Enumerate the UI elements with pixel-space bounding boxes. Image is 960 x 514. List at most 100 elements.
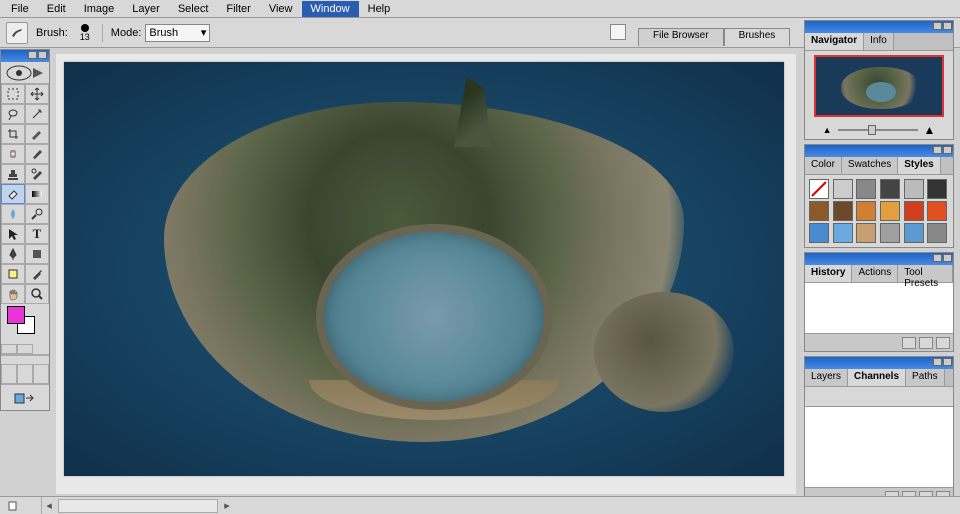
- screen-mode-full[interactable]: [33, 364, 49, 384]
- style-swatch[interactable]: [833, 179, 853, 199]
- close-icon[interactable]: [943, 146, 952, 154]
- screen-mode-full-menu[interactable]: [17, 364, 33, 384]
- type-tool[interactable]: T: [25, 224, 49, 244]
- close-icon[interactable]: [943, 358, 952, 366]
- crop-tool[interactable]: [1, 124, 25, 144]
- style-swatch[interactable]: [880, 179, 900, 199]
- zoom-slider-thumb[interactable]: [868, 125, 876, 135]
- marquee-tool[interactable]: [1, 84, 25, 104]
- menu-file[interactable]: File: [2, 1, 38, 17]
- pen-tool[interactable]: [1, 244, 25, 264]
- gradient-tool[interactable]: [25, 184, 49, 204]
- tab-paths[interactable]: Paths: [906, 369, 945, 386]
- style-swatch[interactable]: [927, 223, 947, 243]
- menu-filter[interactable]: Filter: [217, 1, 259, 17]
- notes-tool[interactable]: [1, 264, 25, 284]
- menu-window[interactable]: Window: [302, 1, 359, 17]
- brush-tool[interactable]: [25, 144, 49, 164]
- menu-help[interactable]: Help: [359, 1, 400, 17]
- standard-mode-button[interactable]: [1, 344, 17, 354]
- tab-navigator[interactable]: Navigator: [805, 33, 864, 50]
- style-swatch[interactable]: [833, 201, 853, 221]
- screen-mode-standard[interactable]: [1, 364, 17, 384]
- style-swatch[interactable]: [856, 223, 876, 243]
- brush-preview[interactable]: 13: [76, 21, 94, 45]
- stamp-tool[interactable]: [1, 164, 25, 184]
- style-swatch[interactable]: [904, 223, 924, 243]
- tab-file-browser[interactable]: File Browser: [638, 28, 724, 46]
- canvas[interactable]: [64, 62, 784, 476]
- quickmask-mode-button[interactable]: [17, 344, 33, 354]
- jump-to-button[interactable]: [1, 384, 49, 410]
- tab-channels[interactable]: Channels: [848, 369, 906, 386]
- zoom-tool[interactable]: [25, 284, 49, 304]
- tab-styles[interactable]: Styles: [898, 157, 940, 174]
- menu-view[interactable]: View: [260, 1, 302, 17]
- path-select-tool[interactable]: [1, 224, 25, 244]
- style-swatch[interactable]: [809, 201, 829, 221]
- mode-dropdown[interactable]: Brush ▾: [145, 24, 210, 42]
- style-swatch[interactable]: [927, 201, 947, 221]
- foreground-color[interactable]: [7, 306, 25, 324]
- minimize-icon[interactable]: [933, 358, 942, 366]
- tool-preset-icon[interactable]: [6, 22, 28, 44]
- style-swatch[interactable]: [809, 179, 829, 199]
- tab-color[interactable]: Color: [805, 157, 842, 174]
- navigator-thumbnail[interactable]: [814, 55, 944, 117]
- menu-select[interactable]: Select: [169, 1, 218, 17]
- style-swatch[interactable]: [809, 223, 829, 243]
- wand-tool[interactable]: [25, 104, 49, 124]
- move-tool[interactable]: [25, 84, 49, 104]
- panel-titlebar[interactable]: [805, 253, 953, 265]
- eraser-tool[interactable]: [1, 184, 25, 204]
- toolbox-titlebar[interactable]: [1, 50, 49, 62]
- panel-titlebar[interactable]: [805, 145, 953, 157]
- tab-info[interactable]: Info: [864, 33, 894, 50]
- style-swatch[interactable]: [904, 201, 924, 221]
- minimize-icon[interactable]: [933, 254, 942, 262]
- close-icon[interactable]: [943, 22, 952, 30]
- blur-tool[interactable]: [1, 204, 25, 224]
- zoom-out-icon[interactable]: ▲: [823, 125, 832, 135]
- close-icon[interactable]: [38, 51, 47, 59]
- minimize-icon[interactable]: [933, 146, 942, 154]
- tab-brushes[interactable]: Brushes: [724, 28, 791, 46]
- style-swatch[interactable]: [880, 201, 900, 221]
- hand-tool[interactable]: [1, 284, 25, 304]
- history-brush-tool[interactable]: [25, 164, 49, 184]
- horizontal-scrollbar[interactable]: [58, 499, 218, 513]
- history-list[interactable]: [805, 283, 953, 333]
- panel-titlebar[interactable]: [805, 357, 953, 369]
- zoom-in-icon[interactable]: ▲: [924, 123, 936, 137]
- tab-layers[interactable]: Layers: [805, 369, 848, 386]
- tab-actions[interactable]: Actions: [852, 265, 898, 282]
- heal-tool[interactable]: [1, 144, 25, 164]
- scroll-left-icon[interactable]: ◂: [42, 499, 56, 513]
- status-zoom[interactable]: [0, 497, 42, 514]
- minimize-icon[interactable]: [933, 22, 942, 30]
- new-snapshot-button[interactable]: [902, 337, 916, 349]
- tab-tool-presets[interactable]: Tool Presets: [898, 265, 953, 282]
- panel-titlebar[interactable]: [805, 21, 953, 33]
- shape-tool[interactable]: [25, 244, 49, 264]
- new-document-button[interactable]: [919, 337, 933, 349]
- style-swatch[interactable]: [927, 179, 947, 199]
- style-swatch[interactable]: [856, 201, 876, 221]
- style-swatch[interactable]: [833, 223, 853, 243]
- style-swatch[interactable]: [904, 179, 924, 199]
- scroll-right-icon[interactable]: ▸: [220, 499, 234, 513]
- minimize-icon[interactable]: [28, 51, 37, 59]
- slice-tool[interactable]: [25, 124, 49, 144]
- document-icon[interactable]: [610, 24, 626, 40]
- channels-list[interactable]: [805, 407, 953, 487]
- lasso-tool[interactable]: [1, 104, 25, 124]
- style-swatch[interactable]: [856, 179, 876, 199]
- style-swatch[interactable]: [880, 223, 900, 243]
- tab-swatches[interactable]: Swatches: [842, 157, 898, 174]
- close-icon[interactable]: [943, 254, 952, 262]
- menu-image[interactable]: Image: [75, 1, 124, 17]
- trash-button[interactable]: [936, 337, 950, 349]
- dodge-tool[interactable]: [25, 204, 49, 224]
- menu-edit[interactable]: Edit: [38, 1, 75, 17]
- tab-history[interactable]: History: [805, 265, 852, 282]
